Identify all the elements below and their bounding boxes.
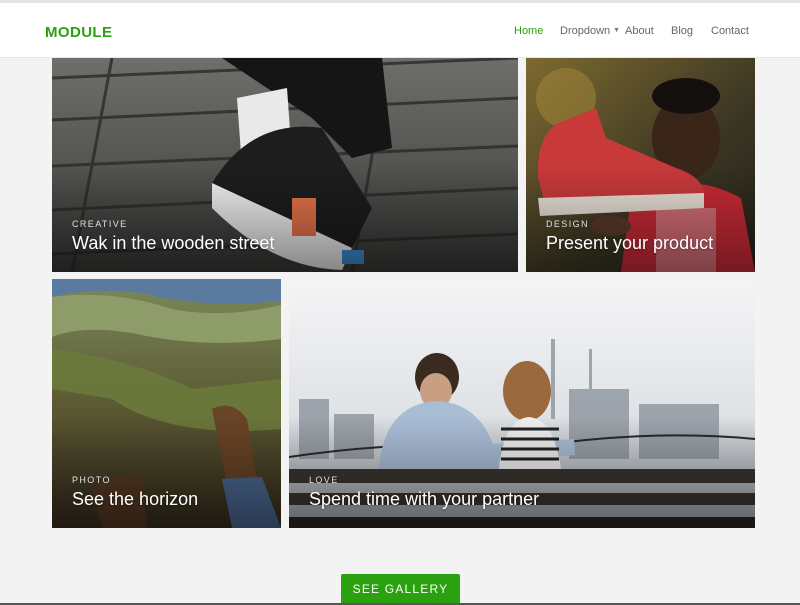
chevron-down-icon: ▼ bbox=[613, 27, 621, 34]
tile-category: CREATIVE bbox=[72, 219, 128, 229]
tile-caption: DESIGN Present your product bbox=[546, 219, 713, 254]
nav-dropdown-label: Dropdown bbox=[560, 25, 611, 37]
tile-title[interactable]: Present your product bbox=[546, 233, 713, 254]
gallery-tile-love[interactable]: LOVE Spend time with your partner bbox=[289, 279, 755, 528]
gallery-tile-creative[interactable]: CREATIVE Wak in the wooden street bbox=[52, 58, 518, 272]
main-nav: Home Dropdown ▼ About Blog Contact bbox=[0, 3, 800, 58]
nav-about[interactable]: About bbox=[625, 25, 654, 37]
nav-blog[interactable]: Blog bbox=[671, 25, 693, 37]
tile-caption: PHOTO See the horizon bbox=[72, 475, 198, 510]
gallery-tile-photo[interactable]: PHOTO See the horizon bbox=[52, 279, 281, 528]
gallery-tile-design[interactable]: DESIGN Present your product bbox=[526, 58, 755, 272]
tile-category: DESIGN bbox=[546, 219, 589, 229]
see-gallery-button[interactable]: SEE GALLERY bbox=[341, 574, 460, 604]
nav-contact[interactable]: Contact bbox=[711, 25, 749, 37]
nav-dropdown[interactable]: Dropdown ▼ bbox=[560, 25, 620, 37]
nav-home[interactable]: Home bbox=[514, 25, 543, 37]
tile-title[interactable]: See the horizon bbox=[72, 489, 198, 510]
tile-title[interactable]: Wak in the wooden street bbox=[72, 233, 274, 254]
tile-category: PHOTO bbox=[72, 475, 111, 485]
tile-caption: LOVE Spend time with your partner bbox=[309, 475, 539, 510]
tile-category: LOVE bbox=[309, 475, 339, 485]
tile-title[interactable]: Spend time with your partner bbox=[309, 489, 539, 510]
navbar: MODULE Home Dropdown ▼ About Blog Contact bbox=[0, 3, 800, 58]
tile-caption: CREATIVE Wak in the wooden street bbox=[72, 219, 274, 254]
